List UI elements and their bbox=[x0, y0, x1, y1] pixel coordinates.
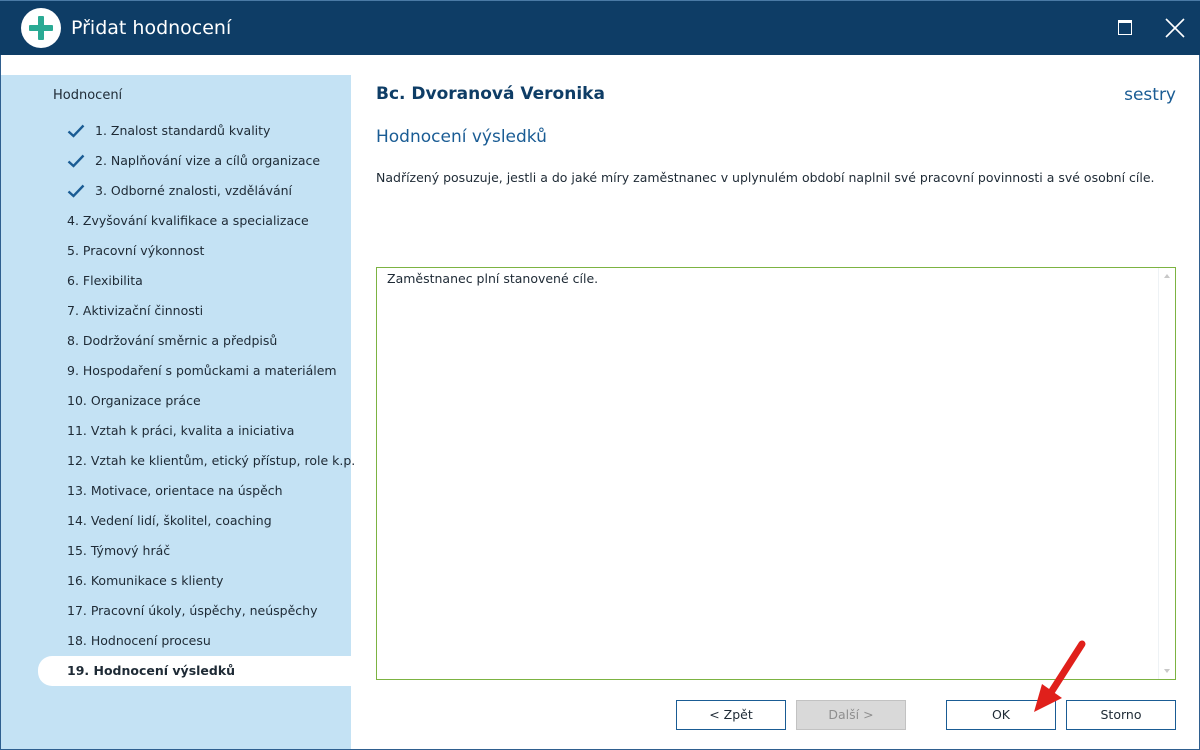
sidebar-item-label: 12. Vztah ke klientům, etický přístup, r… bbox=[67, 453, 356, 468]
sidebar-item-9[interactable]: 9. Hospodaření s pomůckami a materiálem bbox=[1, 356, 351, 386]
sidebar-item-label: 16. Komunikace s klienty bbox=[67, 573, 224, 588]
window-title: Přidat hodnocení bbox=[71, 17, 232, 39]
sidebar-item-18[interactable]: 18. Hodnocení procesu bbox=[1, 626, 351, 656]
sidebar-item-3[interactable]: 3. Odborné znalosti, vzdělávání bbox=[1, 176, 351, 206]
checkmark-icon bbox=[67, 154, 85, 168]
red-arrow-annotation bbox=[1034, 640, 1086, 712]
sidebar-item-14[interactable]: 14. Vedení lidí, školitel, coaching bbox=[1, 506, 351, 536]
plus-icon bbox=[21, 8, 61, 48]
employee-group: sestry bbox=[1124, 85, 1176, 105]
sidebar-item-5[interactable]: 5. Pracovní výkonnost bbox=[1, 236, 351, 266]
title-bar: Přidat hodnocení bbox=[0, 0, 1200, 55]
maximize-button[interactable] bbox=[1110, 13, 1140, 43]
sidebar-item-11[interactable]: 11. Vztah k práci, kvalita a iniciativa bbox=[1, 416, 351, 446]
checkmark-icon bbox=[67, 124, 85, 138]
sidebar-item-12[interactable]: 12. Vztah ke klientům, etický přístup, r… bbox=[1, 446, 355, 476]
sidebar-header: Hodnocení bbox=[53, 88, 123, 103]
section-title: Hodnocení výsledků bbox=[376, 127, 547, 147]
sidebar-item-label: 11. Vztah k práci, kvalita a iniciativa bbox=[67, 423, 295, 438]
sidebar-item-15[interactable]: 15. Týmový hráč bbox=[1, 536, 351, 566]
sidebar-item-17[interactable]: 17. Pracovní úkoly, úspěchy, neúspěchy bbox=[1, 596, 351, 626]
sidebar-item-label: 15. Týmový hráč bbox=[67, 543, 171, 558]
sidebar-item-13[interactable]: 13. Motivace, orientace na úspěch bbox=[1, 476, 351, 506]
scroll-up-icon[interactable] bbox=[1164, 274, 1170, 278]
sidebar-item-label: 18. Hodnocení procesu bbox=[67, 633, 211, 648]
scroll-down-icon[interactable] bbox=[1164, 669, 1170, 673]
next-button[interactable]: Další > bbox=[796, 700, 906, 730]
comment-textarea[interactable]: Zaměstnanec plní stanovené cíle. bbox=[376, 267, 1176, 680]
sidebar-item-label: 10. Organizace práce bbox=[67, 393, 201, 408]
sidebar-item-label: 7. Aktivizační činnosti bbox=[67, 303, 204, 318]
sidebar-item-label: 6. Flexibilita bbox=[67, 273, 143, 288]
sidebar-item-label: 14. Vedení lidí, školitel, coaching bbox=[67, 513, 272, 528]
sidebar-item-1[interactable]: 1. Znalost standardů kvality bbox=[1, 116, 351, 146]
sidebar-list: 1. Znalost standardů kvality 2. Naplňován… bbox=[1, 116, 355, 686]
sidebar-item-10[interactable]: 10. Organizace práce bbox=[1, 386, 351, 416]
sidebar-item-label: 1. Znalost standardů kvality bbox=[95, 123, 271, 138]
sidebar-item-4[interactable]: 4. Zvyšování kvalifikace a specializace bbox=[1, 206, 351, 236]
sidebar-item-6[interactable]: 6. Flexibilita bbox=[1, 266, 351, 296]
close-button[interactable] bbox=[1160, 13, 1190, 43]
employee-name: Bc. Dvoranová Veronika bbox=[376, 84, 605, 104]
sidebar: Hodnocení 1. Znalost standardů kvality 2.… bbox=[1, 75, 355, 749]
comment-text: Zaměstnanec plní stanovené cíle. bbox=[387, 271, 599, 286]
sidebar-item-19[interactable]: 19. Hodnocení výsledků bbox=[38, 656, 351, 686]
sidebar-item-label: 9. Hospodaření s pomůckami a materiálem bbox=[67, 363, 337, 378]
sidebar-item-label: 8. Dodržování směrnic a předpisů bbox=[67, 333, 278, 348]
sidebar-item-2[interactable]: 2. Naplňování vize a cílů organizace bbox=[1, 146, 351, 176]
checkmark-icon bbox=[67, 184, 85, 198]
back-button[interactable]: < Zpět bbox=[676, 700, 786, 730]
maximize-icon bbox=[1118, 20, 1132, 35]
sidebar-item-label: 3. Odborné znalosti, vzdělávání bbox=[95, 183, 293, 198]
close-icon bbox=[1165, 18, 1185, 38]
sidebar-item-label: 17. Pracovní úkoly, úspěchy, neúspěchy bbox=[67, 603, 318, 618]
sidebar-item-label: 5. Pracovní výkonnost bbox=[67, 243, 205, 258]
sidebar-item-label: 4. Zvyšování kvalifikace a specializace bbox=[67, 213, 309, 228]
sidebar-item-16[interactable]: 16. Komunikace s klienty bbox=[1, 566, 351, 596]
sidebar-item-8[interactable]: 8. Dodržování směrnic a předpisů bbox=[1, 326, 351, 356]
textarea-scrollbar[interactable] bbox=[1158, 268, 1175, 679]
section-description: Nadřízený posuzuje, jestli a do jaké mír… bbox=[376, 170, 1155, 185]
sidebar-item-label: 19. Hodnocení výsledků bbox=[67, 663, 236, 678]
sidebar-item-7[interactable]: 7. Aktivizační činnosti bbox=[1, 296, 351, 326]
sidebar-item-label: 2. Naplňování vize a cílů organizace bbox=[95, 153, 321, 168]
sidebar-item-label: 13. Motivace, orientace na úspěch bbox=[67, 483, 283, 498]
